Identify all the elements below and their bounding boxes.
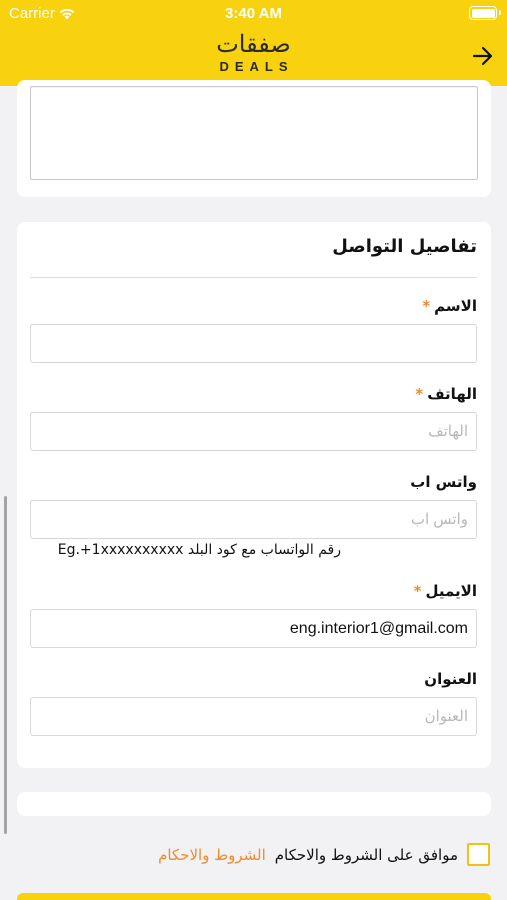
arrow-right-icon [472,46,493,66]
app-logo: صفقات DEALS [0,30,507,74]
contact-details-card: تفاصيل التواصل الاسم* الهاتف* واتس اب رق… [17,222,491,768]
app-header: Carrier 3:40 AM صفقات DEALS [0,0,507,86]
whatsapp-hint: رقم الواتساب مع كود البلد Eg.+1xxxxxxxxx… [57,542,341,558]
battery-icon [469,6,501,20]
required-mark: * [422,297,431,315]
name-label: الاسم* [422,297,477,315]
required-mark: * [413,582,422,600]
description-textarea[interactable] [30,86,478,180]
address-label: العنوان [424,670,477,688]
empty-card [17,792,491,816]
terms-agreement-row: موافق على الشروط والاحكام الشروط والاحكا… [158,843,490,866]
email-input[interactable] [30,609,477,648]
logo-arabic-text: صفقات [216,30,291,58]
scrollbar[interactable] [4,496,7,834]
section-divider [30,277,477,278]
required-mark: * [415,385,424,403]
name-input[interactable] [30,324,477,363]
email-label: الايميل* [414,582,477,600]
status-time: 3:40 AM [225,5,282,22]
phone-label: الهاتف* [415,385,477,403]
contact-section-title: تفاصيل التواصل [332,236,477,257]
terms-checkbox[interactable] [467,843,490,866]
terms-agreement-text: موافق على الشروط والاحكام [274,845,458,864]
description-card [17,80,491,197]
status-bar: Carrier 3:40 AM [0,0,507,28]
logo-english-text: DEALS [219,59,294,74]
whatsapp-input[interactable] [30,500,477,539]
address-input[interactable] [30,697,477,736]
submit-button[interactable] [17,893,491,900]
name-label-text: الاسم [434,297,477,315]
email-label-text: الايميل [425,582,477,600]
terms-link[interactable]: الشروط والاحكام [158,846,266,864]
back-button[interactable] [469,42,497,70]
phone-label-text: الهاتف [427,385,477,403]
phone-input[interactable] [30,412,477,451]
whatsapp-label: واتس اب [410,473,477,491]
